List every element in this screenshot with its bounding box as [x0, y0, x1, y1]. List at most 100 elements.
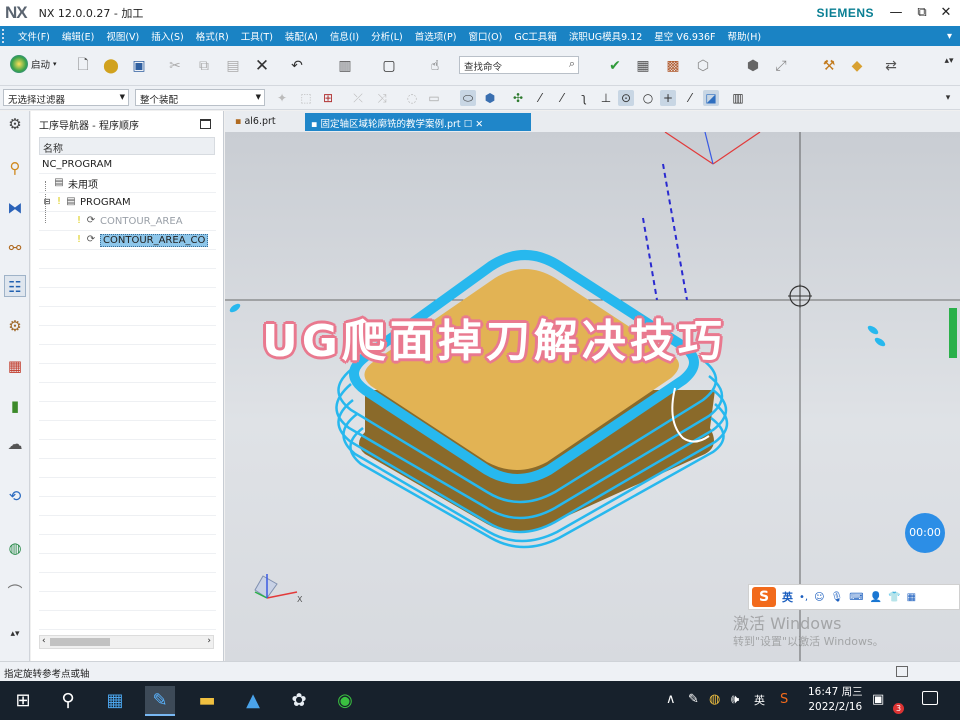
quadrant-icon[interactable]: ○ [640, 90, 656, 106]
feature-icon[interactable]: ⤨ [374, 90, 390, 106]
command-search-input[interactable]: 查找命令 ⌕ [459, 56, 579, 74]
windows-start-icon[interactable]: ⊞ [8, 686, 38, 716]
name-column-header[interactable]: 名称 [39, 137, 215, 155]
skin-icon[interactable]: 👕 [888, 592, 900, 603]
tree-row-contour-area-copy[interactable]: ! ⟳ CONTOUR_AREA_CO [39, 231, 216, 250]
existing-point-icon[interactable]: + [660, 90, 676, 106]
fullscreen-toggle-icon[interactable] [896, 666, 908, 677]
tray-overflow-icon[interactable]: ∧ [666, 692, 676, 707]
emoji-icon[interactable]: ☺ [814, 592, 824, 603]
menu-tools[interactable]: 工具(T) [235, 29, 279, 43]
snap-point-icon[interactable]: ⊞ [320, 90, 336, 106]
minimize-button[interactable]: — [886, 3, 906, 23]
microphone-icon[interactable]: 🎙 [831, 592, 844, 603]
shop-doc-icon[interactable]: ⬡ [692, 55, 714, 77]
postprocess-icon[interactable]: ▩ [662, 55, 684, 77]
menu-analysis[interactable]: 分析(L) [365, 29, 409, 43]
menu-file[interactable]: 文件(F) [12, 29, 56, 43]
menu-info[interactable]: 信息(I) [324, 29, 365, 43]
scroll-right-icon[interactable]: › [207, 636, 211, 646]
menu-gc-toolbox[interactable]: GC工具箱 [508, 29, 563, 43]
search-icon[interactable]: ⚲ [53, 686, 83, 716]
pen-icon[interactable]: ✎ [688, 692, 699, 707]
tray-app-icon[interactable]: ◍ [709, 692, 720, 707]
file-explorer-icon[interactable]: ▬ [192, 686, 222, 716]
gear-app-icon[interactable]: ✿ [284, 686, 314, 716]
reuse-library-icon[interactable]: ▦ [4, 355, 26, 377]
start-button[interactable]: 启动 ▾ [10, 55, 57, 73]
part-navigator-icon[interactable]: ⚲ [4, 157, 26, 179]
tree-row-nc-program[interactable]: NC_PROGRAM [39, 155, 216, 174]
intersection-icon[interactable]: ⊥ [598, 90, 614, 106]
save-icon[interactable]: ▣ [128, 55, 150, 77]
selection-filter-dropdown[interactable]: 无选择过滤器 ▼ [3, 89, 129, 106]
center-point-icon[interactable]: ⊙ [618, 90, 634, 106]
rectangle-select-icon[interactable]: ▭ [426, 90, 442, 106]
window-style-icon[interactable]: ▢ [378, 55, 400, 77]
menu-help[interactable]: 帮助(H) [721, 29, 767, 43]
selection-scope-dropdown[interactable]: 整个装配 ▼ [135, 89, 265, 106]
photos-icon[interactable]: ▲ [238, 686, 268, 716]
point-icon[interactable]: ◌ [404, 90, 420, 106]
history-icon[interactable]: ⟲ [4, 485, 26, 507]
solid-icon[interactable]: ⬢ [482, 90, 498, 106]
snap-grid-icon[interactable]: ✣ [510, 90, 526, 106]
menu-insert[interactable]: 插入(S) [145, 29, 189, 43]
horizontal-scrollbar[interactable]: ‹ › [39, 635, 214, 649]
tool-icon[interactable]: ⚒ [818, 55, 840, 77]
verify-toolpath-icon[interactable]: ▦ [632, 55, 654, 77]
wechat-icon[interactable]: ◉ [330, 686, 360, 716]
input-language[interactable]: 英 [754, 692, 765, 708]
clock[interactable]: 16:47 周三 2022/2/16 [808, 685, 863, 715]
menu-preferences[interactable]: 首选项(P) [409, 29, 463, 43]
maximize-panel-icon[interactable] [200, 119, 211, 129]
settings-icon[interactable]: ⚙ [4, 113, 26, 135]
recording-timer[interactable]: 00:00 [905, 513, 945, 553]
calculator-icon[interactable]: ▦ [100, 686, 130, 716]
on-curve-icon[interactable]: ⁄ [682, 90, 698, 106]
close-tab-icon[interactable]: ☐ ✕ [464, 119, 484, 130]
copy-icon[interactable]: ⧉ [193, 55, 215, 77]
tree-row-program[interactable]: ⊟ ! ▤ PROGRAM [39, 193, 216, 212]
system-materials-icon[interactable]: ◍ [4, 537, 26, 559]
close-button[interactable]: ✕ [936, 3, 956, 23]
ime-mode[interactable]: 英 [782, 589, 793, 605]
select-lock-icon[interactable]: ⤫ [350, 90, 366, 106]
hd3d-tools-icon[interactable]: ▮ [4, 395, 26, 417]
coordinate-icon[interactable]: ⤢ [770, 55, 792, 77]
sogou-tray-icon[interactable]: S [780, 692, 788, 707]
paste-icon[interactable]: ▤ [222, 55, 244, 77]
geometry-icon[interactable]: ◆ [846, 55, 868, 77]
menu-overflow-icon[interactable]: ▾ [947, 31, 952, 42]
menu-assembly[interactable]: 装配(A) [279, 29, 324, 43]
type-filter-icon[interactable]: ⬚ [298, 90, 314, 106]
filter-icon[interactable]: ✦ [274, 90, 290, 106]
toolbar-overflow-icon[interactable]: ▴▾ [938, 50, 960, 72]
collapse-icon[interactable]: ⊟ [41, 196, 53, 208]
sogou-logo[interactable]: S [752, 587, 776, 607]
tree-row-contour-area[interactable]: ! ⟳ CONTOUR_AREA [39, 212, 216, 231]
line-icon[interactable]: ⁄ [532, 90, 548, 106]
midline-icon[interactable]: ⁄ [554, 90, 570, 106]
wire-icon[interactable]: ⬭ [460, 90, 476, 106]
process-studio-icon[interactable]: ⌒ [4, 581, 26, 603]
keyboard-icon[interactable]: ⌨ [849, 592, 863, 603]
machine-navigator-icon[interactable]: ⚙ [4, 315, 26, 337]
tree-row-unused-items[interactable]: ▤ 未用项 [39, 174, 216, 193]
open-file-icon[interactable]: ⬤ [100, 55, 122, 77]
assembly-navigator-icon[interactable]: ⧓ [4, 197, 26, 219]
arc-end-icon[interactable]: ʅ [576, 90, 592, 106]
tab-active-part[interactable]: ▪ 固定轴区域轮廓铣的教学案例.prt ☐ ✕ [305, 113, 531, 131]
method-icon[interactable]: ⇄ [880, 55, 902, 77]
menu-view[interactable]: 视图(V) [100, 29, 145, 43]
graphics-viewport[interactable]: X [225, 132, 960, 661]
menu-format[interactable]: 格式(R) [190, 29, 235, 43]
on-face-icon[interactable]: ◪ [703, 90, 719, 106]
cut-icon[interactable]: ✂ [164, 55, 186, 77]
clipboard-icon[interactable]: ▥ [334, 55, 356, 77]
punctuation-icon[interactable]: •, [799, 592, 808, 603]
menu-mold-plugin[interactable]: 滨职UG模具9.12 [563, 29, 648, 43]
toolbar-overflow-icon[interactable]: ▾ [940, 90, 956, 106]
user-icon[interactable]: 👤 [870, 592, 882, 603]
toolbox-icon[interactable]: ▦ [907, 592, 916, 603]
